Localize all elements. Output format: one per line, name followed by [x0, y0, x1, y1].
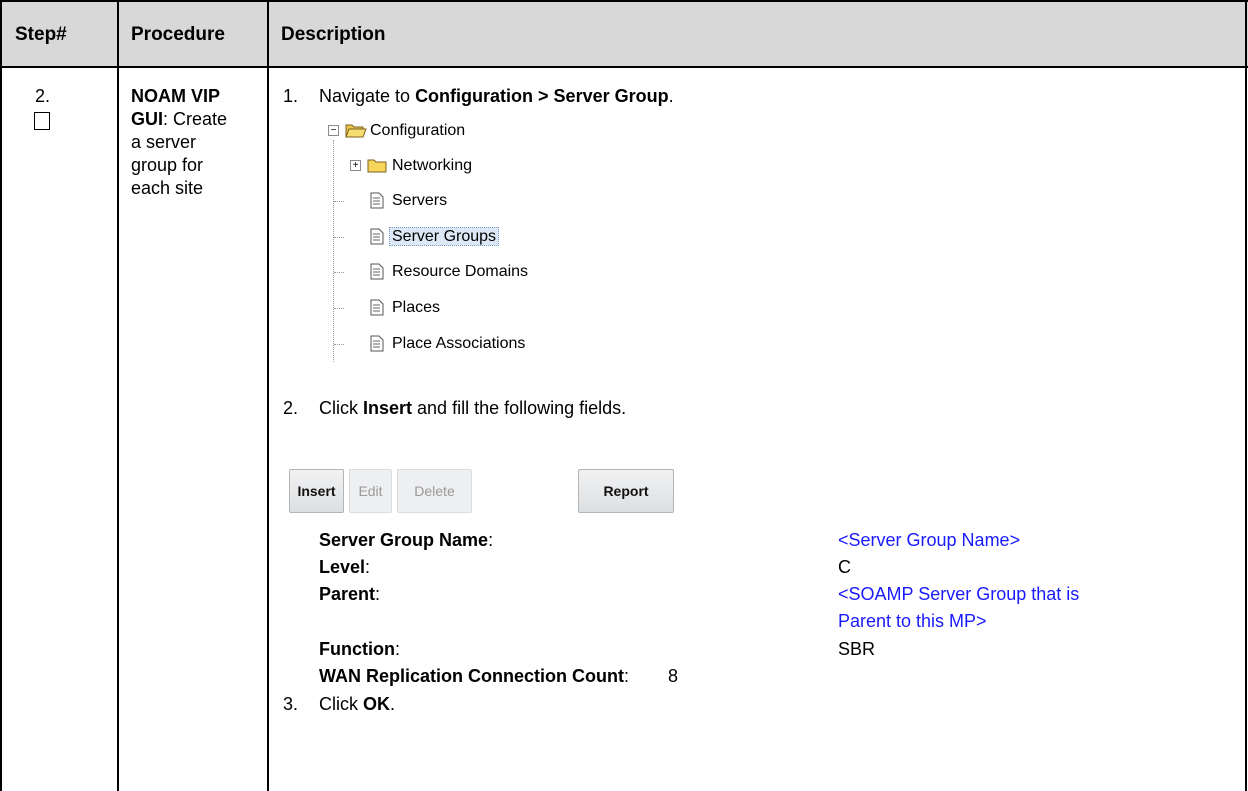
field-label-server-group-name: Server Group Name: — [319, 530, 494, 550]
field-label-wan-replication: WAN Replication Connection Count: — [319, 666, 629, 686]
page-icon — [370, 299, 384, 316]
instruction-1-number: 1. — [283, 86, 299, 106]
tree-branch — [334, 272, 344, 273]
header-procedure: Procedure — [131, 24, 225, 45]
page-icon — [370, 263, 384, 280]
insert-button[interactable]: Insert — [289, 469, 344, 513]
tree-item-servers[interactable]: Servers — [390, 191, 449, 211]
collapse-icon[interactable]: − — [328, 125, 339, 136]
column-divider-2 — [267, 0, 269, 791]
step-checkbox[interactable] — [34, 112, 50, 130]
instruction-3-number: 3. — [283, 694, 299, 714]
expand-icon[interactable]: + — [350, 160, 361, 171]
page-icon — [370, 192, 384, 209]
field-value-parent-line2: Parent to this MP> — [838, 611, 987, 631]
procedure-line5: each site — [131, 178, 204, 198]
field-label-level: Level: — [319, 557, 371, 577]
procedure-line3: a server — [131, 132, 197, 152]
delete-button[interactable]: Delete — [397, 469, 472, 513]
tree-branch — [334, 344, 344, 345]
tree-item-networking[interactable]: Networking — [390, 156, 474, 176]
tree-item-resource-domains[interactable]: Resource Domains — [390, 262, 530, 282]
instruction-2: Click Insert and fill the following fiel… — [319, 398, 627, 418]
instruction-2-number: 2. — [283, 398, 299, 418]
field-value-server-group-name: <Server Group Name> — [838, 530, 1021, 550]
procedure-line4: group for — [131, 155, 204, 175]
header-divider — [0, 66, 1248, 68]
tree-item-server-groups[interactable]: Server Groups — [389, 227, 500, 247]
table-border-right — [1245, 0, 1247, 791]
instruction-1: Navigate to Configuration > Server Group… — [319, 86, 674, 106]
field-label-parent: Parent: — [319, 584, 381, 604]
field-value-wan-replication: 8 — [668, 666, 679, 686]
column-divider-1 — [117, 0, 119, 791]
procedure-table: Step# Procedure Description 2. NOAM VIP … — [0, 0, 1248, 791]
procedure-title-line1: NOAM VIP — [131, 86, 221, 106]
step-number: 2. — [35, 86, 51, 106]
page-icon — [370, 228, 384, 245]
tree-branch — [334, 308, 344, 309]
field-label-function: Function: — [319, 639, 400, 659]
edit-button[interactable]: Edit — [349, 469, 392, 513]
instruction-3: Click OK. — [319, 694, 396, 714]
field-value-parent-line1: <SOAMP Server Group that is — [838, 584, 1080, 604]
table-border-left — [0, 0, 2, 791]
page-icon — [370, 335, 384, 352]
tree-guide-line — [333, 140, 334, 362]
procedure-line2: GUI: Create — [131, 109, 228, 129]
open-folder-icon — [345, 124, 367, 138]
field-value-level: C — [838, 557, 851, 577]
header-step: Step# — [15, 24, 67, 45]
tree-branch — [334, 201, 344, 202]
header-description: Description — [281, 24, 386, 45]
tree-root-configuration[interactable]: Configuration — [368, 121, 467, 141]
tree-branch — [334, 237, 344, 238]
folder-icon — [367, 159, 387, 173]
table-border-top — [0, 0, 1248, 2]
tree-item-place-associations[interactable]: Place Associations — [390, 334, 527, 354]
field-value-function: SBR — [838, 639, 876, 659]
report-button[interactable]: Report — [578, 469, 674, 513]
tree-item-places[interactable]: Places — [390, 298, 442, 318]
